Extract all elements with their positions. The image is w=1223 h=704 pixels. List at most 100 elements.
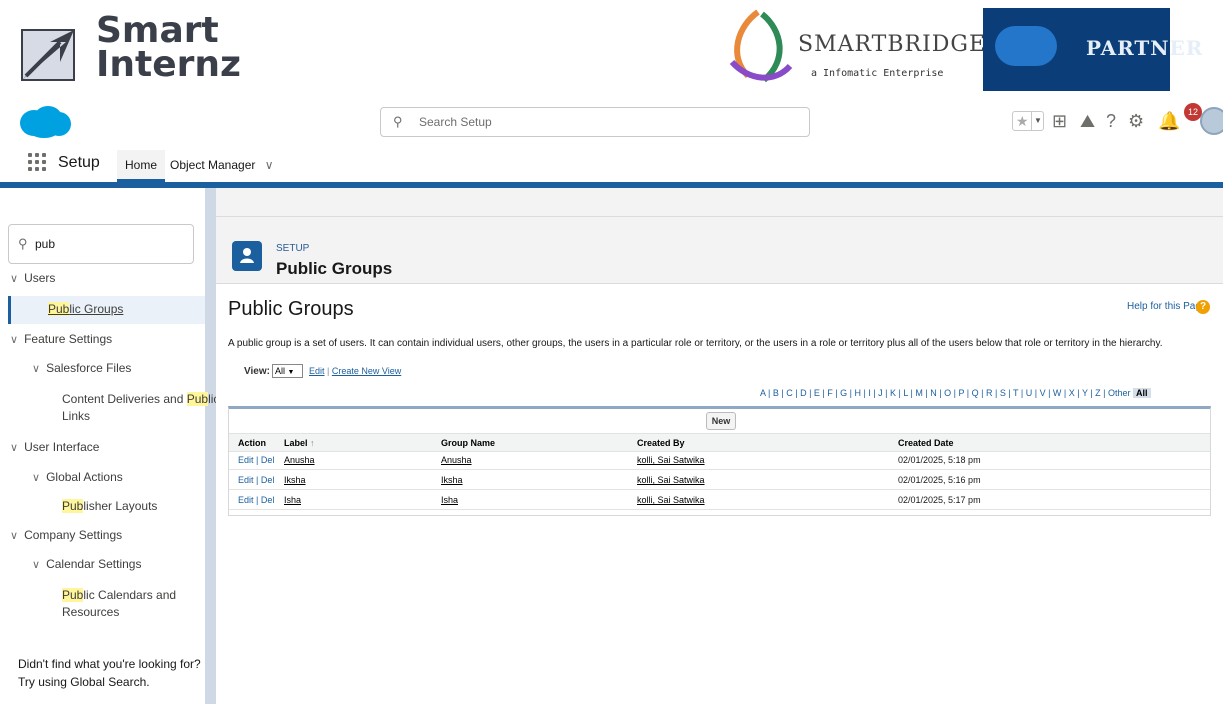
alpha-letter[interactable]: H — [854, 388, 861, 398]
alpha-letter[interactable]: T — [1013, 388, 1018, 398]
sidebar-item-public-calendars[interactable]: Public Calendars and Resources — [62, 587, 176, 621]
gear-icon[interactable]: ⚙ — [1128, 111, 1144, 131]
smartinternz-word-2: Internz — [96, 44, 241, 85]
label-link[interactable]: Anusha — [284, 455, 315, 465]
alpha-letter[interactable]: X — [1069, 388, 1075, 398]
alpha-letter[interactable]: M — [915, 388, 923, 398]
user-icon — [232, 241, 262, 271]
alpha-letter[interactable]: Q — [972, 388, 979, 398]
group-name-link[interactable]: Anusha — [441, 455, 472, 465]
alpha-letter[interactable]: N — [930, 388, 937, 398]
new-button[interactable]: New — [706, 412, 736, 430]
match-highlight: Pub — [62, 499, 84, 513]
edit-view-link[interactable]: Edit — [309, 366, 325, 376]
star-icon: ★ — [1016, 113, 1029, 129]
tree-node-global-actions[interactable]: ∨ Global Actions — [32, 470, 123, 484]
tab-object-manager[interactable]: Object Manager ∨ — [170, 150, 274, 182]
alpha-letter[interactable]: V — [1040, 388, 1046, 398]
alpha-letter[interactable]: Z — [1095, 388, 1101, 398]
create-new-view-link[interactable]: Create New View — [332, 366, 401, 376]
edit-link[interactable]: Edit — [238, 495, 254, 505]
alpha-letter[interactable]: U — [1026, 388, 1033, 398]
alpha-letter[interactable]: K — [890, 388, 896, 398]
tree-node-company-settings[interactable]: ∨ Company Settings — [10, 528, 122, 542]
delete-link[interactable]: Del — [261, 495, 275, 505]
separator: | — [256, 495, 259, 505]
view-select[interactable]: All ▼ — [272, 364, 303, 378]
chevron-down-icon: ∨ — [32, 472, 41, 484]
created-by-link[interactable]: kolli, Sai Satwika — [637, 475, 705, 485]
label-link[interactable]: Iksha — [284, 475, 306, 485]
bell-icon[interactable]: 🔔 — [1158, 111, 1180, 131]
delete-link[interactable]: Del — [261, 475, 275, 485]
alpha-letter[interactable]: P — [958, 388, 964, 398]
app-launcher-icon[interactable] — [28, 153, 46, 171]
content-title: Public Groups — [228, 298, 354, 320]
help-icon[interactable]: ? — [1196, 300, 1210, 314]
created-by-link[interactable]: kolli, Sai Satwika — [637, 455, 705, 465]
alpha-letter[interactable]: S — [1000, 388, 1006, 398]
alpha-letter[interactable]: G — [840, 388, 847, 398]
tree-node-users[interactable]: ∨ Users — [10, 271, 55, 285]
favorites-button[interactable]: ★ ▼ — [1012, 111, 1044, 131]
quick-find-input[interactable]: ⚲ pub — [8, 224, 194, 264]
created-date: 02/01/2025, 5:16 pm — [898, 475, 981, 485]
alpha-letter[interactable]: J — [878, 388, 883, 398]
group-name-link[interactable]: Isha — [441, 495, 458, 505]
alpha-letter[interactable]: B — [773, 388, 779, 398]
view-label: View: — [244, 366, 270, 377]
alpha-letter[interactable]: F — [827, 388, 833, 398]
chevron-down-icon[interactable]: ▼ — [1031, 112, 1044, 130]
sidebar-item-publisher-layouts[interactable]: Publisher Layouts — [62, 499, 157, 513]
smartinternz-word-1: Smart — [96, 10, 219, 51]
tree-label: lic Groups — [69, 302, 124, 316]
tree-label: Links — [62, 409, 91, 423]
alpha-letter[interactable]: E — [814, 388, 820, 398]
column-header-group-name[interactable]: Group Name — [441, 438, 495, 448]
global-search-input[interactable]: ⚲ Search Setup — [380, 107, 810, 137]
delete-link[interactable]: Del — [261, 455, 275, 465]
app-name: Setup — [58, 154, 100, 171]
tab-home[interactable]: Home — [117, 150, 165, 182]
tree-node-feature-settings[interactable]: ∨ Feature Settings — [10, 332, 112, 346]
global-search-hint: Didn't find what you're looking for? Try… — [18, 655, 201, 691]
alpha-letter[interactable]: W — [1053, 388, 1062, 398]
tree-node-salesforce-files[interactable]: ∨ Salesforce Files — [32, 361, 131, 375]
edit-link[interactable]: Edit — [238, 455, 254, 465]
chevron-down-icon[interactable]: ∨ — [265, 158, 274, 172]
alpha-letter[interactable]: R — [986, 388, 993, 398]
match-highlight: Pub — [62, 588, 84, 602]
edit-link[interactable]: Edit — [238, 475, 254, 485]
alpha-letter[interactable]: Y — [1082, 388, 1088, 398]
salesforce-logo-icon[interactable] — [18, 105, 72, 139]
column-header-action: Action — [238, 438, 266, 448]
label-link[interactable]: Isha — [284, 495, 301, 505]
alpha-letter[interactable]: C — [786, 388, 793, 398]
table-row: Edit | Del Isha Isha kolli, Sai Satwika … — [229, 491, 1210, 510]
alpha-letter[interactable]: L — [903, 388, 908, 398]
alpha-all-current[interactable]: All — [1133, 388, 1151, 398]
view-links: Edit | Create New View — [309, 366, 402, 376]
help-link[interactable]: Help for this Page — [1127, 301, 1207, 312]
alpha-letter[interactable]: O — [944, 388, 951, 398]
alpha-letter[interactable]: D — [800, 388, 807, 398]
tree-node-calendar-settings[interactable]: ∨ Calendar Settings — [32, 557, 141, 571]
sidebar-item-content-deliveries[interactable]: Content Deliveries and Public Links — [62, 391, 219, 425]
avatar[interactable] — [1200, 107, 1223, 135]
column-header-created-by[interactable]: Created By — [637, 438, 685, 448]
tree-node-user-interface[interactable]: ∨ User Interface — [10, 440, 99, 454]
group-name-link[interactable]: Iksha — [441, 475, 463, 485]
column-header-created-date[interactable]: Created Date — [898, 438, 954, 448]
add-icon[interactable]: ⊞ — [1052, 111, 1067, 131]
column-header-label[interactable]: Label ↑ — [284, 438, 315, 448]
sidebar-item-public-groups[interactable]: Public Groups — [48, 302, 123, 316]
created-by-link[interactable]: kolli, Sai Satwika — [637, 495, 705, 505]
alpha-letter[interactable]: I — [868, 388, 871, 398]
alpha-other[interactable]: Other — [1108, 388, 1131, 398]
trailhead-icon[interactable]: ⛰ — [1080, 111, 1095, 131]
alpha-letter[interactable]: A — [760, 388, 766, 398]
help-icon[interactable]: ? — [1106, 111, 1116, 131]
tree-label: Company Settings — [24, 528, 123, 542]
row-actions: Edit | Del — [238, 475, 274, 485]
match-highlight: Pub — [48, 302, 70, 316]
